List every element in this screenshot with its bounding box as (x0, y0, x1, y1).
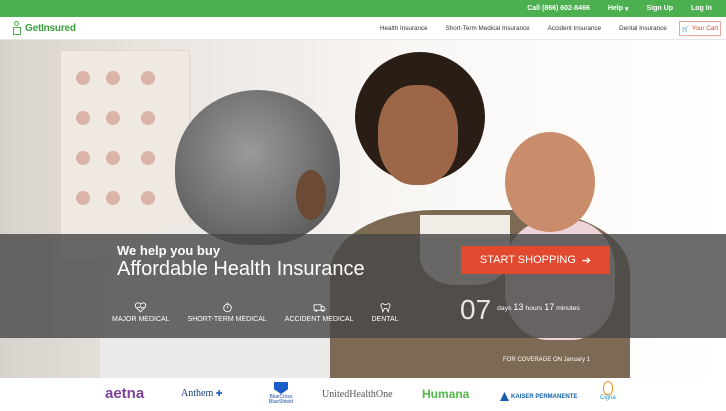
ambulance-icon (313, 304, 325, 312)
chevron-down-icon: ▾ (625, 5, 629, 13)
help-label: Help (607, 5, 624, 12)
doctor-head (175, 90, 340, 245)
tooth-icon (380, 303, 390, 313)
countdown-caption: FOR COVERAGE ON January 1 (503, 357, 591, 363)
cart-icon: 🛒 (681, 25, 690, 33)
product-label: SHORT-TERM MEDICAL (187, 316, 267, 323)
product-links: MAJOR MEDICAL SHORT-TERM MEDICAL ACCIDEN… (112, 302, 399, 323)
arrow-right-icon: ➔ (581, 254, 592, 267)
phone-link[interactable]: Call (866) 602-8466 (527, 5, 590, 12)
hero-tagline-large: Affordable Health Insurance (117, 258, 365, 280)
bcbs-line2: BlueShield (269, 399, 293, 405)
anthem-logo: Anthem ✚ (181, 388, 222, 399)
nav-links: Health Insurance Short-Term Medical Insu… (380, 17, 685, 40)
carrier-logos: aetna Anthem ✚ BlueCross BlueShield Unit… (0, 378, 726, 411)
product-dental[interactable]: DENTAL (372, 302, 399, 323)
anthem-cross-icon: ✚ (215, 389, 223, 398)
mother-face (378, 85, 458, 185)
product-major-medical[interactable]: MAJOR MEDICAL (112, 302, 170, 323)
humana-logo: Humana (422, 387, 470, 401)
cart-button[interactable]: 🛒 Your Cart (679, 21, 721, 36)
main-navbar: GetInsured Health Insurance Short-Term M… (0, 17, 726, 40)
signup-link[interactable]: Sign Up (647, 5, 673, 12)
nav-dental-insurance[interactable]: Dental Insurance (619, 25, 667, 32)
brand-logo[interactable]: GetInsured (13, 21, 76, 35)
cart-label: Your Cart (691, 25, 719, 32)
start-shopping-label: START SHOPPING (479, 254, 576, 266)
bcbs-logo: BlueCross BlueShield (266, 382, 296, 405)
hero-tagline-small: We help you buy (117, 243, 221, 258)
unitedhealthone-logo: UnitedHealthOne (322, 389, 393, 400)
tree-icon (602, 381, 613, 395)
kaiser-symbol-icon (500, 392, 509, 401)
doctor-face (296, 170, 326, 220)
logo-icon (13, 21, 22, 35)
nav-health-insurance[interactable]: Health Insurance (380, 25, 428, 32)
login-link[interactable]: Log In (691, 5, 712, 12)
countdown-minutes-label: minutes (556, 305, 580, 312)
aetna-logo: aetna (105, 385, 145, 402)
nav-accident-insurance[interactable]: Accident Insurance (548, 25, 602, 32)
product-label: DENTAL (371, 316, 399, 323)
countdown-days-label: days (497, 305, 512, 312)
kaiser-logo: KAISER PERMANENTE (500, 392, 577, 401)
kaiser-wordmark: KAISER PERMANENTE (511, 393, 578, 400)
utility-bar: Call (866) 602-8466 Help ▾ Sign Up Log I… (0, 0, 726, 17)
baby-head (505, 132, 595, 232)
brand-name: GetInsured (25, 22, 76, 34)
heart-icon (135, 302, 147, 313)
countdown-hours-label: hours (525, 305, 543, 312)
countdown-text: days 13 hours 17 minutes (497, 302, 580, 314)
help-menu[interactable]: Help ▾ (608, 5, 629, 13)
countdown-days-value: 07 (460, 294, 492, 325)
enrollment-countdown: 07 days 13 hours 17 minutes (460, 296, 580, 324)
countdown-hours-value: 13 (513, 302, 524, 312)
cigna-logo: Cigna (600, 381, 616, 401)
start-shopping-button[interactable]: START SHOPPING ➔ (461, 246, 610, 274)
product-short-term-medical[interactable]: SHORT-TERM MEDICAL (188, 302, 267, 323)
anthem-wordmark: Anthem (181, 388, 214, 399)
product-accident-medical[interactable]: ACCIDENT MEDICAL (285, 302, 354, 323)
product-label: MAJOR MEDICAL (112, 316, 170, 323)
countdown-minutes-value: 17 (544, 302, 555, 312)
stopwatch-icon (222, 302, 232, 313)
nav-short-term-medical[interactable]: Short-Term Medical Insurance (446, 25, 530, 32)
product-label: ACCIDENT MEDICAL (284, 316, 354, 323)
shield-icon (274, 382, 288, 394)
cigna-wordmark: Cigna (600, 395, 616, 401)
